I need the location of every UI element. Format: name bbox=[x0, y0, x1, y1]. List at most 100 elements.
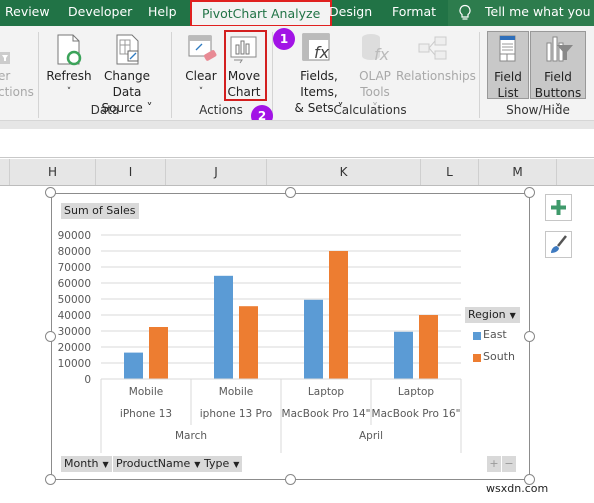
dropdown-arrow-icon: ▼ bbox=[233, 460, 240, 469]
resize-handle-top-right[interactable] bbox=[524, 187, 535, 198]
y-tick-label: 50000 bbox=[58, 294, 91, 306]
y-tick-label: 90000 bbox=[58, 230, 91, 242]
sum-of-sales-field-button[interactable]: Sum of Sales bbox=[61, 203, 139, 219]
month-label: Month bbox=[64, 457, 99, 470]
x-category-type-label: Laptop bbox=[308, 386, 344, 398]
clear-dropdown-icon: ˅ bbox=[198, 87, 204, 97]
resize-handle-top[interactable] bbox=[285, 187, 296, 198]
svg-text:fx: fx bbox=[374, 45, 390, 64]
group-label-data: Data bbox=[90, 103, 120, 117]
relationships-button[interactable]: Relationships bbox=[396, 68, 476, 84]
tab-review[interactable]: Review bbox=[5, 0, 50, 26]
fields-items-sets-icon: fx bbox=[302, 33, 330, 62]
move-chart-highlight bbox=[224, 30, 267, 101]
expand-field-button[interactable]: + bbox=[487, 456, 501, 472]
column-header-l[interactable]: L bbox=[421, 159, 479, 185]
chart-styles-button[interactable] bbox=[545, 231, 572, 258]
y-tick-label: 60000 bbox=[58, 278, 91, 290]
refresh-dropdown-icon: ˅ bbox=[66, 87, 72, 97]
column-headers: H I J K L M bbox=[0, 159, 594, 186]
filter-connections-button[interactable]: er ctions bbox=[0, 68, 34, 100]
column-header-h[interactable]: H bbox=[10, 159, 96, 185]
x-category-month-label: March bbox=[175, 430, 207, 442]
ribbon-tab-bar: Review Developer Help PivotChart Analyze… bbox=[0, 0, 594, 27]
relationships-label: Relationships bbox=[396, 69, 476, 83]
y-tick-label: 80000 bbox=[58, 246, 91, 258]
plus-icon bbox=[551, 200, 566, 215]
legend-east-swatch bbox=[473, 332, 481, 340]
bar-east bbox=[394, 331, 413, 379]
refresh-label: Refresh bbox=[46, 69, 92, 83]
dropdown-arrow-icon: ▼ bbox=[102, 460, 109, 469]
watermark-text: wsxdn.com bbox=[486, 482, 549, 495]
change-data-source-icon bbox=[116, 34, 139, 65]
bar-east bbox=[304, 299, 323, 379]
chart-elements-button[interactable] bbox=[545, 194, 572, 221]
field-buttons-icon bbox=[546, 36, 573, 62]
y-tick-label: 10000 bbox=[58, 358, 91, 370]
tell-me-box[interactable]: Tell me what you wa bbox=[448, 0, 594, 26]
bar-east bbox=[124, 352, 143, 379]
resize-handle-right[interactable] bbox=[524, 331, 535, 342]
refresh-icon bbox=[57, 34, 82, 66]
fields-items-sets-label-1: Fields, Items, bbox=[300, 69, 338, 99]
brush-icon bbox=[551, 235, 567, 253]
type-label: Type bbox=[204, 457, 230, 470]
field-list-button[interactable]: Field List bbox=[487, 31, 529, 100]
bar-south bbox=[329, 251, 348, 379]
type-field-button[interactable]: Type ▼ bbox=[201, 456, 243, 472]
pivot-chart[interactable]: 0 10000 20000 30000 40000 50000 60000 70000 8000… bbox=[51, 193, 530, 480]
refresh-button[interactable]: Refresh ˅ bbox=[46, 68, 92, 100]
y-tick-label: 40000 bbox=[58, 310, 91, 322]
x-category-type-label: Mobile bbox=[129, 386, 163, 398]
resize-handle-bottom-left[interactable] bbox=[45, 474, 56, 485]
region-field-button[interactable]: Region ▼ bbox=[465, 307, 520, 323]
column-header-j[interactable]: J bbox=[166, 159, 267, 185]
resize-handle-top-left[interactable] bbox=[45, 187, 56, 198]
tab-format[interactable]: Format bbox=[392, 0, 436, 26]
column-header-m[interactable]: M bbox=[479, 159, 557, 185]
lightbulb-icon bbox=[459, 4, 471, 20]
bar-east bbox=[214, 275, 233, 379]
x-category-type-label: Mobile bbox=[219, 386, 253, 398]
group-label-show-hide: Show/Hide bbox=[506, 103, 570, 117]
tab-design[interactable]: Design bbox=[329, 0, 372, 26]
dropdown-arrow-icon: ▼ bbox=[509, 311, 516, 320]
column-header-k[interactable]: K bbox=[267, 159, 421, 185]
field-list-label-1: Field bbox=[494, 70, 522, 84]
legend-south-label: South bbox=[483, 350, 515, 363]
svg-text:fx: fx bbox=[314, 43, 330, 62]
collapse-field-button[interactable]: − bbox=[502, 456, 516, 472]
resize-handle-left[interactable] bbox=[45, 331, 56, 342]
x-category-product-label: MacBook Pro 14" bbox=[282, 408, 371, 420]
chart-plot: 0 10000 20000 30000 40000 50000 60000 70000 8000… bbox=[58, 230, 462, 453]
tab-help[interactable]: Help bbox=[148, 0, 177, 26]
x-category-type-label: Laptop bbox=[398, 386, 434, 398]
legend-east-label: East bbox=[483, 328, 507, 341]
y-tick-label: 30000 bbox=[58, 326, 91, 338]
field-buttons-label-1: Field bbox=[544, 70, 572, 84]
clear-icon bbox=[188, 35, 217, 61]
relationships-icon bbox=[418, 36, 447, 60]
resize-handle-bottom[interactable] bbox=[285, 474, 296, 485]
bar-south bbox=[419, 315, 438, 379]
clear-button[interactable]: Clear ˅ bbox=[184, 68, 218, 100]
group-label-calculations: Calculations bbox=[333, 103, 407, 117]
tell-me-placeholder: Tell me what you wa bbox=[485, 4, 594, 19]
step-1-badge: 1 bbox=[273, 28, 295, 50]
dropdown-arrow-icon: ▼ bbox=[194, 460, 201, 469]
bar-south bbox=[239, 306, 258, 379]
region-label: Region bbox=[468, 308, 506, 321]
bar-south bbox=[149, 327, 168, 379]
column-header-i[interactable]: I bbox=[96, 159, 166, 185]
field-buttons-button[interactable]: Field Buttons ˅ bbox=[530, 31, 586, 116]
field-list-label-2: List bbox=[497, 86, 519, 100]
filter-connections-icon bbox=[0, 52, 10, 64]
field-list-icon bbox=[499, 35, 516, 62]
tab-pivotchart-analyze[interactable]: PivotChart Analyze bbox=[190, 0, 333, 27]
formula-bar[interactable] bbox=[0, 129, 594, 158]
productname-label: ProductName bbox=[116, 457, 191, 470]
tab-developer[interactable]: Developer bbox=[68, 0, 132, 26]
productname-field-button[interactable]: ProductName ▼ bbox=[113, 456, 204, 472]
month-field-button[interactable]: Month ▼ bbox=[61, 456, 112, 472]
